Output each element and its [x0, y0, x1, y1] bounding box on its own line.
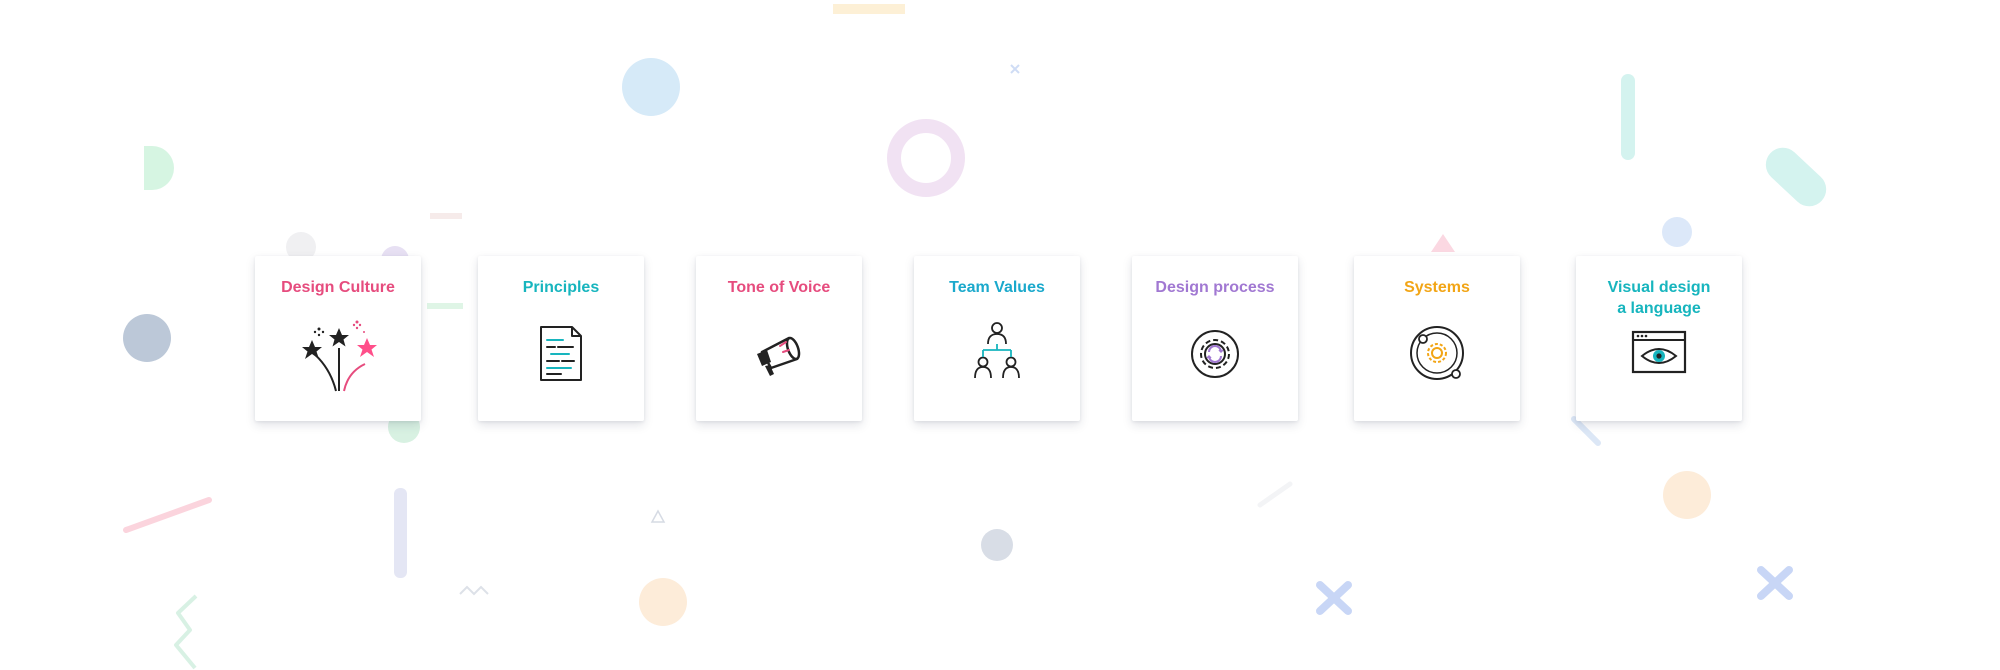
card-design-culture[interactable]: Design Culture: [255, 256, 421, 421]
org-chart-icon: [974, 322, 1020, 379]
card-design-process[interactable]: Design process: [1132, 256, 1298, 421]
card-title: Team Values: [949, 279, 1045, 296]
card-visual-design[interactable]: Visual design a language: [1576, 256, 1742, 421]
card-tone-of-voice[interactable]: Tone of Voice: [696, 256, 862, 421]
card-title: Visual design a language: [1584, 277, 1734, 319]
browser-eye-icon: [1631, 330, 1687, 374]
megaphone-icon: [757, 336, 801, 376]
document-icon: [540, 326, 582, 381]
topic-cards: Design Culture Principles Tone of Voice …: [0, 0, 2000, 670]
card-title: Principles: [522, 279, 600, 296]
card-title-line2: a language: [1617, 300, 1701, 317]
card-title: Design process: [1155, 279, 1275, 296]
card-title: Design Culture: [281, 279, 395, 296]
fireworks-icon: [302, 320, 377, 392]
card-team-values[interactable]: Team Values: [914, 256, 1080, 421]
orbit-icon: [1410, 326, 1464, 380]
card-principles[interactable]: Principles: [478, 256, 644, 421]
card-title: Tone of Voice: [727, 279, 831, 296]
card-systems[interactable]: Systems: [1354, 256, 1520, 421]
gear-icon: [1191, 330, 1239, 378]
card-title-line1: Visual design: [1607, 279, 1711, 296]
card-title: Systems: [1404, 279, 1470, 296]
